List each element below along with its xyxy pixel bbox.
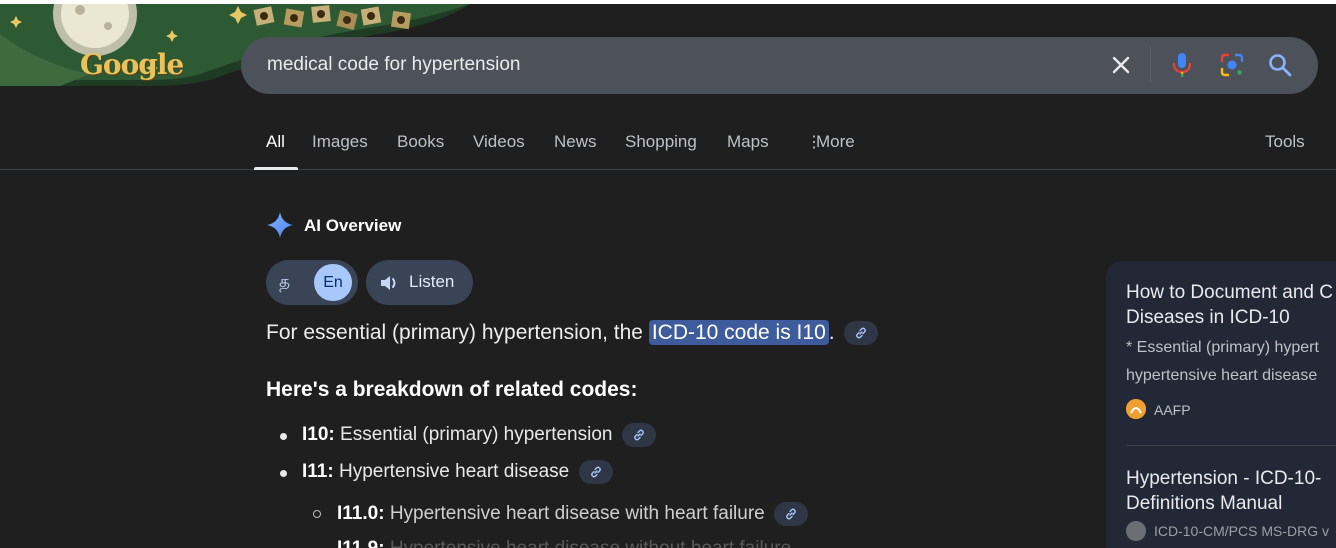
speaker-icon <box>378 272 400 294</box>
link-icon <box>856 328 867 339</box>
tab-books[interactable]: Books <box>397 132 444 152</box>
code-desc: Hypertensive heart disease with heart fa… <box>384 503 765 525</box>
tab-shopping[interactable]: Shopping <box>625 132 697 152</box>
listen-button[interactable]: Listen <box>366 260 473 305</box>
source-link-chip[interactable] <box>774 502 809 526</box>
aafp-favicon-icon <box>1126 399 1146 419</box>
sub-bullet-icon <box>313 510 321 518</box>
list-item: I10: Essential (primary) hypertension <box>302 423 656 447</box>
microphone-icon[interactable] <box>1167 50 1197 80</box>
code-desc: Hypertensive heart disease <box>333 461 570 483</box>
icd-favicon-icon <box>1126 521 1146 541</box>
source-title[interactable]: How to Document and C <box>1126 280 1333 305</box>
search-box[interactable]: medical code for hypertension <box>241 37 1318 94</box>
tab-news[interactable]: News <box>554 132 597 152</box>
list-item: I11: Hypertensive heart disease <box>302 460 613 484</box>
language-toggle[interactable]: த En <box>266 260 358 305</box>
search-divider <box>1150 47 1151 83</box>
source-snippet: * Essential (primary) hypert <box>1126 339 1319 356</box>
code-label: I11: <box>302 461 334 483</box>
link-icon <box>786 508 796 520</box>
link-icon <box>633 429 644 441</box>
source-title[interactable]: Definitions Manual <box>1126 491 1282 516</box>
sources-panel: How to Document and C Diseases in ICD-10… <box>1106 261 1336 548</box>
tab-more[interactable]: ⋮More <box>806 132 855 152</box>
highlighted-answer[interactable]: ICD-10 code is I10 <box>648 320 829 345</box>
link-icon <box>590 466 601 478</box>
clear-icon[interactable] <box>1106 50 1136 80</box>
code-label: I11.0: <box>337 503 385 525</box>
source-link-chip[interactable] <box>621 423 656 447</box>
gemini-spark-icon <box>266 211 294 239</box>
source-title[interactable]: Hypertension - ICD-10- <box>1126 466 1321 491</box>
list-item: I11.9: Hypertensive heart disease withou… <box>337 538 791 548</box>
active-tab-indicator <box>254 167 298 170</box>
lang-english-option[interactable]: En <box>314 264 352 301</box>
lens-icon[interactable] <box>1217 50 1247 80</box>
code-desc: Essential (primary) hypertension <box>334 424 613 446</box>
listen-label: Listen <box>409 272 455 291</box>
code-desc: Hypertensive heart disease without heart… <box>385 538 791 548</box>
tab-all[interactable]: All <box>266 132 285 152</box>
list-item: I11.0: Hypertensive heart disease with h… <box>337 502 809 526</box>
breakdown-heading: Here's a breakdown of related codes: <box>266 378 638 401</box>
search-tabs: All Images Books Videos News Shopping Ma… <box>0 120 1336 170</box>
source-link-chip[interactable] <box>844 321 879 346</box>
tab-tools[interactable]: Tools <box>1265 132 1305 152</box>
source-divider <box>1126 445 1336 446</box>
search-icon[interactable] <box>1265 50 1295 80</box>
source-site-name[interactable]: AAFP <box>1154 402 1191 418</box>
source-snippet: hypertensive heart disease <box>1126 367 1318 384</box>
search-input[interactable]: medical code for hypertension <box>267 54 520 76</box>
bullet-icon <box>280 470 287 477</box>
tab-videos[interactable]: Videos <box>473 132 525 152</box>
source-link-chip[interactable] <box>578 460 613 484</box>
code-label: I11.9: <box>337 538 385 548</box>
google-logo[interactable]: Google <box>80 48 184 81</box>
bullet-icon <box>280 433 287 440</box>
tab-more-label: More <box>816 132 855 151</box>
ai-overview-title: AI Overview <box>304 216 402 235</box>
source-title[interactable]: Diseases in ICD-10 <box>1126 305 1290 330</box>
tab-images[interactable]: Images <box>312 132 368 152</box>
intro-after: . <box>828 321 835 344</box>
ai-intro-text: For essential (primary) hypertension, th… <box>266 320 879 346</box>
tab-maps[interactable]: Maps <box>727 132 769 152</box>
intro-before: For essential (primary) hypertension, th… <box>266 321 649 344</box>
source-site-name[interactable]: ICD-10-CM/PCS MS-DRG v <box>1154 523 1329 539</box>
more-vert-icon: ⋮ <box>806 134 822 151</box>
code-label: I10: <box>302 424 335 446</box>
lang-tamil-option[interactable]: த <box>279 272 290 294</box>
